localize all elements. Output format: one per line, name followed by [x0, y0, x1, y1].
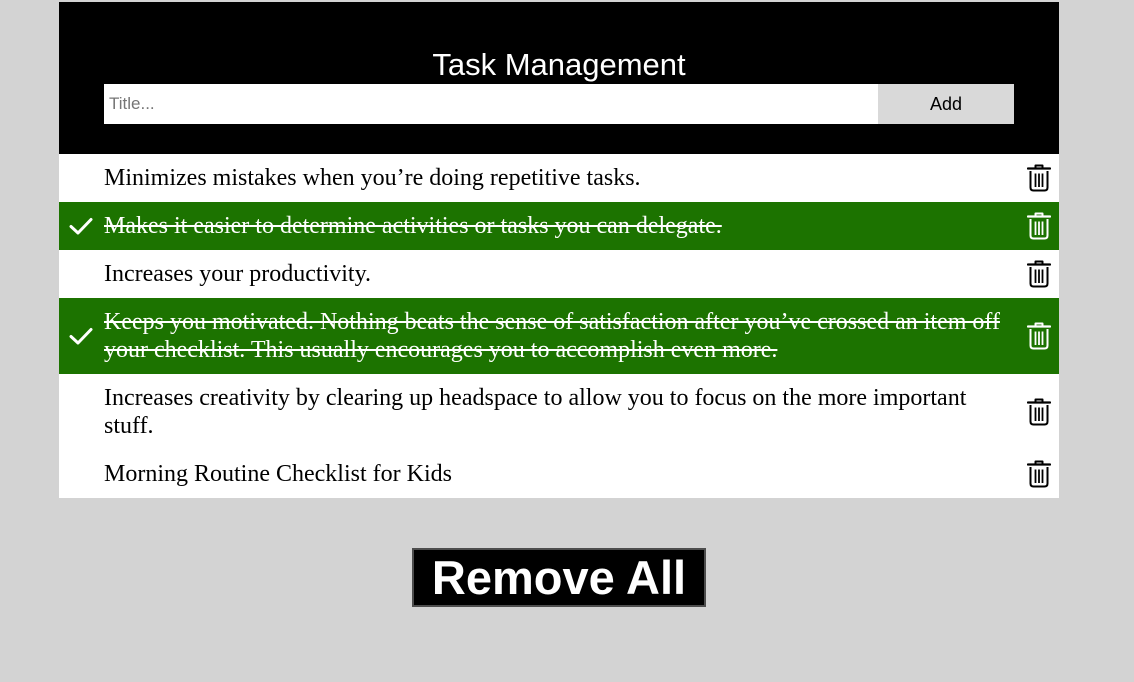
trash-icon[interactable] [1027, 164, 1051, 192]
task-item[interactable]: Increases creativity by clearing up head… [59, 374, 1059, 450]
header: Task Management Add [59, 2, 1059, 154]
task-app: Task Management Add Minimizes mistakes w… [59, 2, 1059, 498]
check-icon [69, 214, 93, 238]
task-item[interactable]: Morning Routine Checklist for Kids [59, 450, 1059, 498]
task-text: Keeps you motivated. Nothing beats the s… [104, 309, 1000, 363]
trash-icon[interactable] [1027, 398, 1051, 426]
task-item[interactable]: Keeps you motivated. Nothing beats the s… [59, 298, 1059, 374]
title-input[interactable] [104, 84, 878, 124]
add-button[interactable]: Add [878, 84, 1014, 124]
trash-icon[interactable] [1027, 322, 1051, 350]
task-text: Increases your productivity. [104, 261, 372, 287]
trash-icon[interactable] [1027, 260, 1051, 288]
task-list: Minimizes mistakes when you’re doing rep… [59, 154, 1059, 498]
task-text: Morning Routine Checklist for Kids [104, 461, 452, 487]
trash-icon[interactable] [1027, 460, 1051, 488]
page-title: Task Management [432, 47, 686, 82]
task-text: Minimizes mistakes when you’re doing rep… [104, 165, 641, 191]
check-icon [69, 324, 93, 348]
task-text: Makes it easier to determine activities … [104, 213, 722, 239]
task-text: Increases creativity by clearing up head… [104, 385, 967, 439]
task-item[interactable]: Increases your productivity. [59, 250, 1059, 298]
remove-all-button[interactable]: Remove All [412, 548, 706, 607]
task-item[interactable]: Makes it easier to determine activities … [59, 202, 1059, 250]
add-task-form: Add [104, 84, 1014, 124]
trash-icon[interactable] [1027, 212, 1051, 240]
task-item[interactable]: Minimizes mistakes when you’re doing rep… [59, 154, 1059, 202]
